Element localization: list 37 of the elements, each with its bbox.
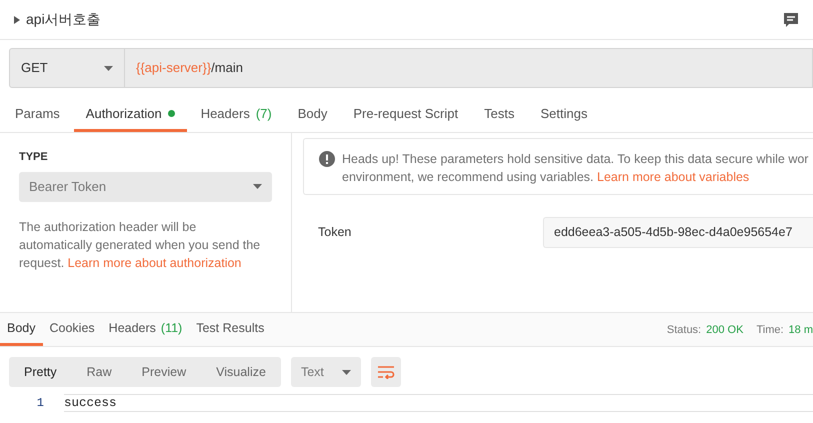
- caret-icon: [253, 184, 262, 189]
- line-number: 1: [36, 395, 45, 412]
- request-tab[interactable]: Authorization: [74, 98, 187, 132]
- time-label: Time:: [756, 322, 784, 338]
- response-tab[interactable]: Test Results: [189, 314, 272, 346]
- notice-text: Heads up! These parameters hold sensitive data. To keep this data secure while wor: [342, 151, 808, 168]
- view-mode-tab[interactable]: Raw: [72, 357, 127, 387]
- auth-type-dropdown[interactable]: Bearer Token: [19, 172, 272, 202]
- request-tab[interactable]: Tests: [472, 98, 526, 132]
- view-mode-tab[interactable]: Visualize: [201, 357, 281, 387]
- request-tab[interactable]: Body: [286, 98, 340, 132]
- caret-icon: [342, 370, 351, 374]
- format-dropdown[interactable]: Text: [290, 357, 361, 387]
- response-tab[interactable]: Headers (11): [102, 314, 190, 346]
- code-line: success: [64, 394, 813, 412]
- request-tab[interactable]: Settings: [528, 98, 600, 132]
- response-tab[interactable]: Body: [0, 314, 42, 346]
- request-name: api서버호출: [26, 10, 101, 29]
- request-tab[interactable]: Pre-request Script: [341, 98, 470, 132]
- request-tab[interactable]: Headers (7): [188, 98, 284, 132]
- type-label: TYPE: [19, 150, 49, 165]
- wrap-lines-button[interactable]: [370, 357, 401, 387]
- status-label: Status:: [666, 322, 702, 338]
- token-label: Token: [317, 224, 352, 242]
- view-mode-tab[interactable]: Pretty: [9, 357, 72, 387]
- comment-icon[interactable]: [783, 12, 799, 28]
- time-value: 18 m: [788, 322, 813, 338]
- request-tab[interactable]: Params: [3, 98, 72, 132]
- status-value: 200 OK: [706, 322, 744, 338]
- response-tab[interactable]: Cookies: [42, 314, 102, 346]
- expand-triangle-icon[interactable]: [14, 16, 20, 24]
- token-field[interactable]: edd6eea3-a505-4d5b-98ec-d4a0e95654e7: [543, 217, 813, 248]
- wrap-lines-icon: [376, 365, 395, 379]
- view-mode-tab[interactable]: Preview: [126, 357, 202, 387]
- alert-icon: [319, 151, 335, 167]
- auth-description: The authorization header will be automatically generated when you send the request. Learn more about authorization: [19, 218, 262, 272]
- notice-text: environment, we recommend using variables. Learn more about variables: [342, 169, 750, 186]
